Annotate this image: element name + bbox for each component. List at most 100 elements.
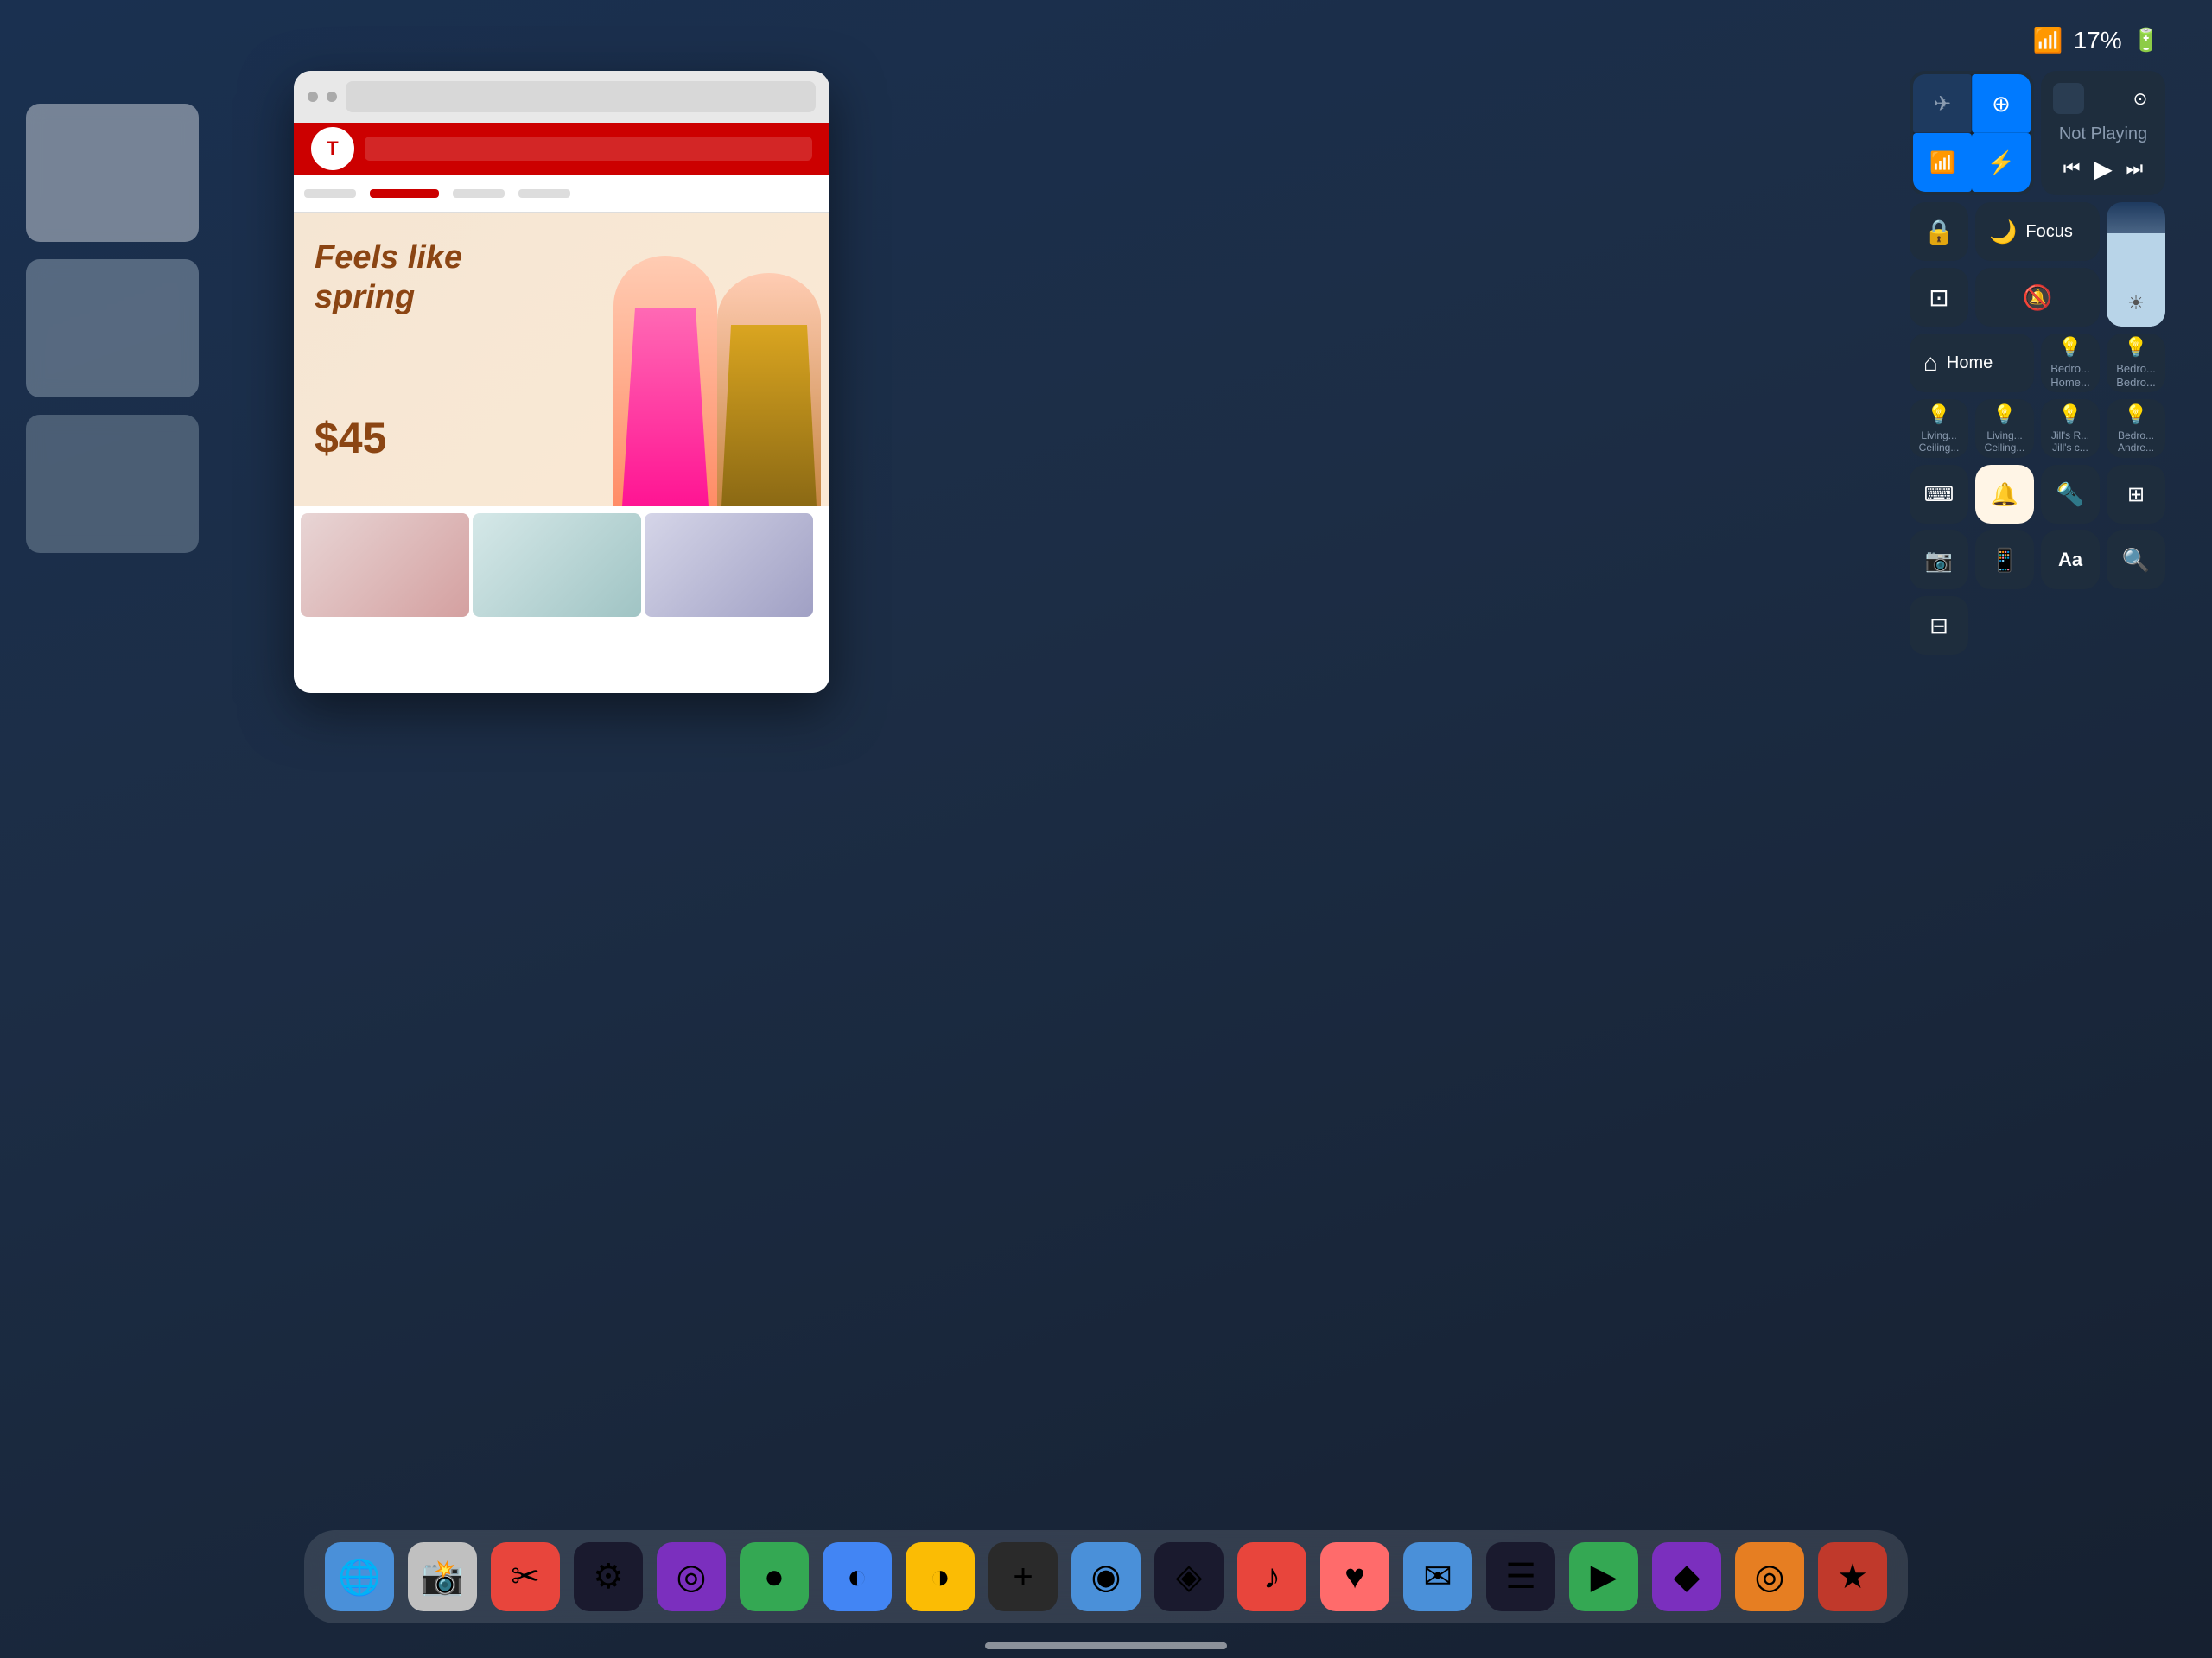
hotspot-icon: ⊕ — [1992, 91, 2011, 118]
hero-price: $45 — [315, 413, 386, 463]
battery-percentage: 17% — [2074, 27, 2122, 54]
flashlight-icon: 🔦 — [2056, 481, 2084, 508]
app-card-2[interactable] — [26, 259, 199, 397]
product-3[interactable] — [645, 513, 813, 617]
light1-label: Living...Ceiling... — [1919, 429, 1960, 454]
screen-record-button[interactable]: ⊞ — [2107, 465, 2165, 524]
hero-text: Feels likespring — [315, 238, 462, 317]
light3-icon: 💡 — [2058, 403, 2082, 426]
home-indicator[interactable] — [985, 1642, 1227, 1649]
hero-section: Feels likespring $45 — [294, 213, 830, 506]
light1-button[interactable]: 💡 Living...Ceiling... — [1910, 399, 1968, 458]
dock-app-music[interactable]: ♪ — [1237, 1542, 1306, 1611]
light2-button[interactable]: 💡 Living...Ceiling... — [1975, 399, 2034, 458]
airplane-icon: ✈ — [1934, 92, 1951, 117]
keyboard-backlight-button[interactable]: ⌨ — [1910, 465, 1968, 524]
app-card-3[interactable] — [26, 415, 199, 553]
focus-label: Focus — [2025, 222, 2072, 242]
screen-mirror-icon: ⊡ — [1929, 283, 1948, 312]
dock-app-4[interactable]: ● — [740, 1542, 809, 1611]
app-card-1[interactable] — [26, 104, 199, 242]
now-playing-title: Not Playing — [2053, 124, 2153, 144]
dock-app-9[interactable]: ◈ — [1154, 1542, 1224, 1611]
bluetooth-button[interactable]: ⚡ — [1972, 133, 2031, 192]
url-bar[interactable] — [346, 81, 816, 112]
light3-button[interactable]: 💡 Jill's R...Jill's c... — [2041, 399, 2100, 458]
dock-app-14[interactable]: ★ — [1818, 1542, 1887, 1611]
product-1[interactable] — [301, 513, 469, 617]
np-art — [2053, 83, 2084, 114]
bedroom1-label: Bedro...Home... — [2050, 362, 2090, 389]
screen-mirror-button[interactable]: ⊡ — [1910, 268, 1968, 327]
dock-app-7[interactable]: + — [988, 1542, 1058, 1611]
cc-row-3: ⌂ Home 💡 Bedro...Home... 💡 Bedro...Bedro… — [1910, 334, 2169, 392]
main-app-card[interactable]: T Feels likespring $45 — [294, 71, 830, 693]
notification-button[interactable]: 🔔 — [1975, 465, 2034, 524]
mute-button[interactable]: 🔕 — [1975, 268, 2100, 327]
airplane-mode-button[interactable]: ✈ — [1913, 74, 1972, 133]
dock-app-mail[interactable]: ✉ — [1403, 1542, 1472, 1611]
camera-icon: 📷 — [1925, 547, 1953, 574]
cc-row-4: 💡 Living...Ceiling... 💡 Living...Ceiling… — [1910, 399, 2169, 458]
light4-icon: 💡 — [2124, 403, 2147, 426]
dock-app-13[interactable]: ◎ — [1735, 1542, 1804, 1611]
moon-icon: 🌙 — [1989, 219, 2017, 245]
bedroom1-button[interactable]: 💡 Bedro...Home... — [2041, 334, 2100, 392]
light2-label: Living...Ceiling... — [1985, 429, 2025, 454]
home-label: Home — [1947, 353, 1993, 373]
wifi-button[interactable]: 📶 — [1913, 133, 1972, 192]
target-logo: T — [311, 127, 354, 170]
app-switcher-cards — [26, 104, 199, 553]
person1-body — [613, 256, 717, 506]
dock-app-notes[interactable]: 🌐 — [325, 1542, 394, 1611]
product-2[interactable] — [473, 513, 641, 617]
dock-app-health[interactable]: ♥ — [1320, 1542, 1389, 1611]
home-icon: ⌂ — [1923, 349, 1938, 377]
home-button[interactable]: ⌂ Home — [1910, 334, 2034, 392]
dock-app-1[interactable]: ✂ — [491, 1542, 560, 1611]
light4-button[interactable]: 💡 Bedro...Andre... — [2107, 399, 2165, 458]
focus-button[interactable]: 🌙 Focus — [1975, 202, 2100, 261]
connectivity-group[interactable]: ✈ ⊕ 📶 ⚡ — [1910, 71, 2034, 195]
dock-app-12[interactable]: ◆ — [1652, 1542, 1721, 1611]
dock-app-11[interactable]: ▶ — [1569, 1542, 1638, 1611]
target-header: T — [294, 123, 830, 175]
keyboard-icon: ⌨ — [1924, 482, 1955, 507]
person2-body — [717, 273, 821, 506]
dock-app-3[interactable]: ◎ — [657, 1542, 726, 1611]
product-row — [294, 506, 830, 624]
screen-layout-icon: ⊟ — [1929, 613, 1948, 639]
np-header: ⊙ — [2053, 83, 2153, 114]
camera-button[interactable]: 📷 — [1910, 530, 1968, 589]
lock-rotation-button[interactable]: 🔒 — [1910, 202, 1968, 261]
text-size-button[interactable]: Aa — [2041, 530, 2100, 589]
sub-nav — [294, 175, 830, 213]
now-playing-widget: ⊙ Not Playing ⏮ ▶ ⏭ — [2041, 71, 2165, 195]
dock-app-5[interactable]: ◐ — [823, 1542, 892, 1611]
flashlight-button[interactable]: 🔦 — [2041, 465, 2100, 524]
cc-row-2: 🔒 ⊡ 🌙 Focus 🔕 ☀ — [1910, 202, 2169, 327]
dock-app-8[interactable]: ◉ — [1071, 1542, 1141, 1611]
brightness-slider[interactable]: ☀ — [2107, 202, 2165, 327]
airplay-button[interactable]: ⊙ — [2127, 86, 2153, 111]
play-button[interactable]: ▶ — [2094, 155, 2113, 183]
dock-app-photos[interactable]: 📸 — [408, 1542, 477, 1611]
fast-forward-button[interactable]: ⏭ — [2119, 154, 2150, 183]
cc-row-1: ✈ ⊕ 📶 ⚡ ⊙ Not Playing ⏮ ▶ ⏭ — [1910, 71, 2169, 195]
text-size-icon: Aa — [2058, 549, 2082, 571]
screen-layout-button[interactable]: ⊟ — [1910, 596, 1968, 655]
bedroom2-button[interactable]: 💡 Bedro...Bedro... — [2107, 334, 2165, 392]
hotspot-button[interactable]: ⊕ — [1972, 74, 2031, 133]
dock-app-2[interactable]: ⚙ — [574, 1542, 643, 1611]
wifi-ctrl-icon: 📶 — [1929, 150, 1955, 175]
remote-button[interactable]: 📱 — [1975, 530, 2034, 589]
dock-app-10[interactable]: ☰ — [1486, 1542, 1555, 1611]
person2-dress — [721, 325, 817, 506]
magnifier-button[interactable]: 🔍 — [2107, 530, 2165, 589]
rewind-button[interactable]: ⏮ — [2056, 154, 2088, 183]
bedroom1-icon: 💡 — [2058, 336, 2082, 359]
bedroom2-icon: 💡 — [2124, 336, 2147, 359]
forward-btn — [327, 92, 337, 102]
remote-icon: 📱 — [1991, 547, 2018, 574]
dock-app-6[interactable]: ◑ — [906, 1542, 975, 1611]
